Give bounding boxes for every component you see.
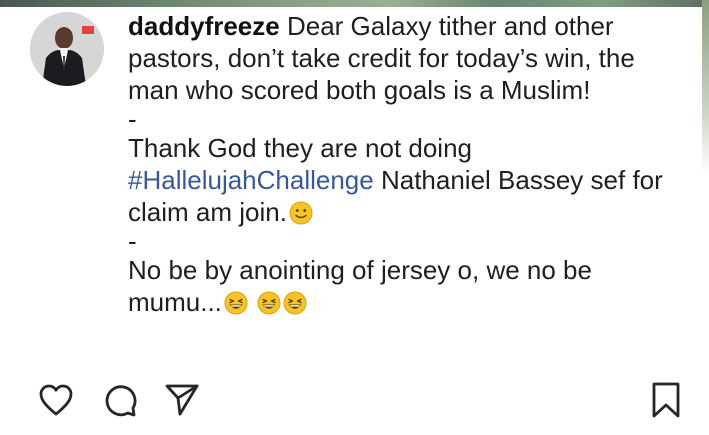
comment-paragraph-1: daddyfreeze Dear Galaxy tither and other…: [128, 10, 688, 106]
comment-text-3: No be by anointing of jersey o, we no be…: [128, 255, 592, 317]
comment-button[interactable]: [100, 380, 140, 420]
paper-plane-icon: [165, 384, 199, 416]
bookmark-icon: [652, 382, 680, 418]
comment-body: daddyfreeze Dear Galaxy tither and other…: [128, 10, 688, 318]
grinning-squinting-face-emoji-icon: [257, 291, 281, 315]
cropped-photo-edge: [702, 0, 709, 175]
comment-separator: -: [128, 226, 137, 256]
instagram-comment-screen: daddyfreeze Dear Galaxy tither and other…: [0, 0, 709, 435]
post-action-bar: [0, 380, 709, 430]
comment-paragraph-2: Thank God they are not doing #Hallelujah…: [128, 132, 688, 228]
grinning-squinting-face-emoji-icon: [283, 291, 307, 315]
comment-bubble-icon: [105, 385, 137, 417]
comment-paragraph-3: No be by anointing of jersey o, we no be…: [128, 254, 688, 318]
slightly-smiling-face-emoji-icon: [289, 201, 313, 225]
user-avatar-icon: [30, 12, 104, 86]
save-button[interactable]: [646, 380, 686, 420]
avatar[interactable]: [30, 12, 104, 86]
heart-outline-icon: [39, 384, 73, 416]
comment-separator: -: [128, 104, 137, 134]
like-button[interactable]: [36, 380, 76, 420]
grinning-squinting-face-emoji-icon: [224, 291, 248, 315]
comment-username[interactable]: daddyfreeze: [128, 11, 280, 41]
share-button[interactable]: [162, 380, 202, 420]
cropped-photo-strip: [0, 0, 709, 7]
comment-text-2a: Thank God they are not doing: [128, 133, 473, 163]
hashtag-link[interactable]: #HallelujahChallenge: [128, 165, 374, 195]
